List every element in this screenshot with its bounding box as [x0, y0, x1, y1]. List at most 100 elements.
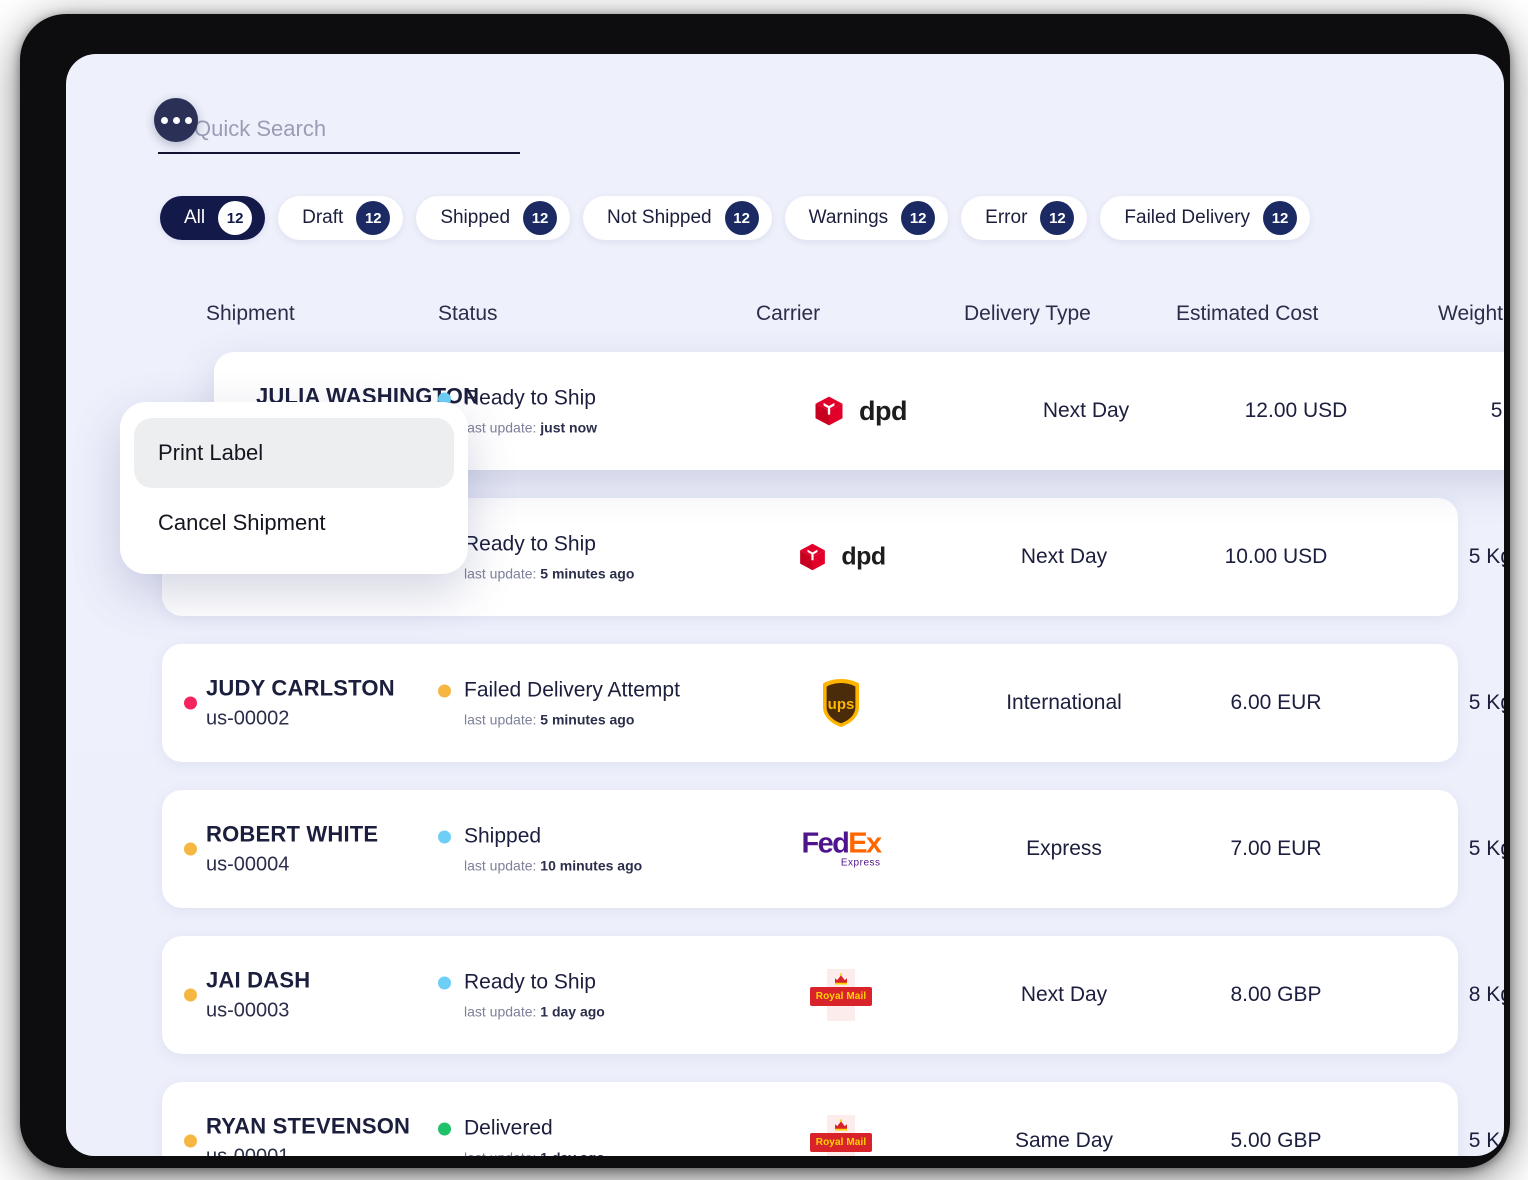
table-row[interactable]: RYAN STEVENSON us-00001 Delivered last u… — [162, 1082, 1504, 1157]
status-text: Ready to Ship — [464, 386, 596, 410]
carrier-cell: dpd — [774, 393, 944, 429]
shipment-cell: ROBERT WHITE us-00004 — [206, 820, 378, 878]
shipment-cell: JAI DASH us-00003 — [206, 966, 310, 1024]
filter-chip-error[interactable]: Error 12 — [961, 196, 1088, 240]
last-update-text: last update: 1 day ago — [464, 1150, 605, 1157]
column-header-delivery-type: Delivery Type — [964, 302, 1091, 325]
filter-chip-draft[interactable]: Draft 12 — [278, 196, 404, 240]
filter-chip-label: Draft — [302, 207, 344, 228]
estimated-cost-cell: 7.00 EUR — [1230, 837, 1322, 860]
weight-cell: 5 Kg — [1468, 691, 1504, 714]
column-header-status: Status — [438, 302, 498, 325]
context-menu-item-cancel-shipment[interactable]: Cancel Shipment — [134, 488, 454, 558]
filter-chip-count: 12 — [724, 201, 759, 235]
device-bezel: All 12 Draft 12 Shipped 12 Not Shipped 1… — [20, 14, 1510, 1168]
table-header: Shipment Status Carrier Delivery Type Es… — [66, 302, 1504, 358]
last-update-value: 10 minutes ago — [540, 857, 643, 874]
last-update-text: last update: 5 minutes ago — [464, 566, 634, 582]
status-dot — [438, 830, 451, 843]
fedex-logo-icon: FedEx Express — [801, 827, 882, 869]
delivery-type-cell: Next Day — [1020, 983, 1108, 1006]
status-cell: Ready to Ship last update: 1 day ago — [438, 971, 605, 1020]
royal-mail-bar: Royal Mail — [810, 1133, 872, 1152]
dpd-wordmark: dpd — [841, 542, 886, 571]
status-cell: Delivered last update: 1 day ago — [438, 1117, 605, 1157]
delivery-type-cell: International — [1006, 691, 1122, 714]
svg-text:ups: ups — [828, 696, 855, 713]
filter-chip-count: 12 — [356, 201, 391, 235]
status-cell: Failed Delivery Attempt last update: 5 m… — [438, 679, 680, 728]
status-text: Failed Delivery Attempt — [464, 678, 680, 702]
dpd-logo-icon: dpd — [811, 393, 907, 429]
shipment-name: JUDY CARLSTON — [206, 675, 395, 701]
shipment-name: ROBERT WHITE — [206, 821, 379, 847]
estimated-cost-cell: 10.00 USD — [1224, 545, 1328, 568]
crown-icon — [835, 1119, 847, 1131]
royal-mail-wordmark: Royal Mail — [815, 991, 867, 1002]
filter-chip-count: 12 — [1040, 201, 1075, 235]
filter-chip-shipped[interactable]: Shipped 12 — [416, 196, 571, 240]
filter-chip-label: Not Shipped — [607, 207, 712, 228]
context-menu-item-print-label[interactable]: Print Label — [134, 418, 454, 488]
royal-mail-logo-icon: Royal Mail — [810, 1115, 872, 1156]
status-dot — [438, 684, 451, 697]
filter-chip-count: 12 — [218, 201, 253, 235]
search-input[interactable] — [194, 116, 520, 148]
dpd-wordmark: dpd — [859, 395, 907, 426]
status-cell: Shipped last update: 10 minutes ago — [438, 825, 642, 874]
filter-chip-all[interactable]: All 12 — [160, 196, 266, 240]
shipment-name: JAI DASH — [206, 967, 311, 993]
filter-chip-not-shipped[interactable]: Not Shipped 12 — [583, 196, 772, 240]
last-update-text: last update: just now — [464, 420, 597, 436]
last-update-label: last update: — [464, 1003, 537, 1020]
filter-chip-warnings[interactable]: Warnings 12 — [784, 196, 949, 240]
shipment-id: us-00002 — [206, 706, 290, 729]
filter-chip-count: 12 — [901, 201, 936, 235]
row-context-menu: Print Label Cancel Shipment — [120, 402, 468, 574]
row-actions-button[interactable] — [154, 98, 198, 142]
last-update-label: last update: — [464, 565, 537, 582]
filter-chip-count: 12 — [523, 201, 558, 235]
table-row[interactable]: JUDY CARLSTON us-00002 Failed Delivery A… — [162, 644, 1504, 762]
last-update-label: last update: — [464, 857, 537, 874]
delivery-type-cell: Same Day — [1014, 1129, 1114, 1152]
last-update-label: last update: — [464, 419, 537, 436]
dot-glyph — [160, 116, 168, 124]
status-text: Ready to Ship — [464, 970, 596, 994]
carrier-cell: ups — [756, 677, 926, 729]
filter-chip-failed-delivery[interactable]: Failed Delivery 12 — [1100, 196, 1311, 240]
delivery-type-cell: Express — [1026, 837, 1102, 860]
weight-cell: 5 Kg — [1468, 1129, 1504, 1152]
shipment-cell: RYAN STEVENSON us-00001 — [206, 1112, 410, 1156]
last-update-value: 5 minutes ago — [540, 711, 635, 728]
royal-mail-logo-icon: Royal Mail — [810, 969, 872, 1021]
carrier-cell: dpd — [756, 541, 926, 574]
last-update-text: last update: 5 minutes ago — [464, 712, 680, 728]
search-bar[interactable] — [158, 112, 520, 154]
royal-mail-bar: Royal Mail — [810, 987, 872, 1006]
app-screen: All 12 Draft 12 Shipped 12 Not Shipped 1… — [66, 54, 1504, 1156]
fedex-wordmark-fed: Fed — [801, 827, 849, 860]
last-update-text: last update: 1 day ago — [464, 1004, 605, 1020]
weight-cell: 8 Kg — [1468, 983, 1504, 1006]
estimated-cost-cell: 6.00 EUR — [1230, 691, 1322, 714]
last-update-value: 1 day ago — [540, 1150, 605, 1157]
last-update-label: last update: — [464, 1150, 536, 1157]
shipment-cell: JUDY CARLSTON us-00002 — [206, 674, 395, 732]
dpd-logo-icon: dpd — [796, 541, 886, 574]
dpd-cube-icon — [800, 543, 826, 571]
fedex-wordmark-ex: Ex — [848, 827, 882, 860]
table-row[interactable]: JAI DASH us-00003 Ready to Ship last upd… — [162, 936, 1504, 1054]
last-update-text: last update: 10 minutes ago — [464, 858, 642, 874]
delivery-type-cell: Next Day — [1042, 399, 1130, 422]
column-header-weight: Weight — [1438, 302, 1503, 325]
row-status-dot — [184, 988, 197, 1002]
status-dot — [438, 976, 451, 989]
filter-chip-label: Shipped — [440, 207, 511, 228]
shipment-id: us-00003 — [206, 998, 290, 1021]
weight-cell: 5 Kg — [1490, 399, 1504, 422]
table-row[interactable]: ROBERT WHITE us-00004 Shipped last updat… — [162, 790, 1504, 908]
crown-icon — [835, 973, 847, 985]
royal-mail-wordmark: Royal Mail — [815, 1137, 867, 1148]
dpd-cube-icon — [815, 396, 843, 426]
